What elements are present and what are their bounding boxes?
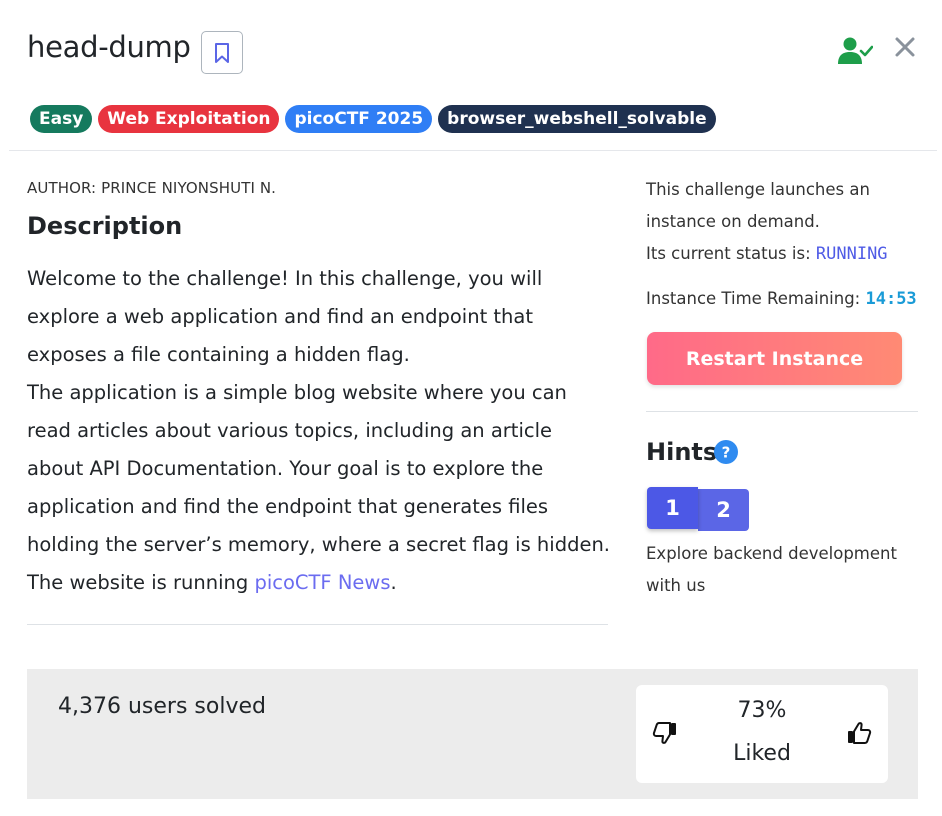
description-text: . — [390, 571, 397, 594]
close-icon[interactable] — [893, 35, 917, 59]
liked-percentage: 73% — [737, 698, 787, 723]
tag-event: picoCTF 2025 — [285, 105, 433, 133]
bookmark-button[interactable] — [201, 31, 243, 74]
svg-text:?: ? — [722, 444, 731, 462]
instance-status-value: RUNNING — [815, 244, 888, 264]
description-paragraph: The website is running picoCTF News. — [27, 564, 612, 602]
solved-count: 4,376 users solved — [58, 694, 266, 719]
header-divider — [9, 150, 937, 151]
thumbs-down-icon[interactable] — [652, 720, 678, 746]
hint-content: Explore backend development with us — [646, 544, 897, 595]
instance-launch-text: This challenge launches an instance on d… — [646, 180, 870, 231]
description-heading: Description — [27, 212, 183, 240]
instance-divider — [646, 411, 918, 412]
thumbs-up-icon[interactable] — [846, 720, 872, 746]
instance-time-value: 14:53 — [865, 289, 917, 309]
instance-time-label: Instance Time Remaining: — [646, 289, 861, 308]
tag-difficulty: Easy — [30, 105, 93, 133]
page-title: head-dump — [27, 30, 191, 64]
description-text: The website is running — [27, 571, 255, 594]
instance-status: Its current status is: RUNNING — [646, 244, 888, 264]
tag-list: Easy Web Exploitation picoCTF 2025 brows… — [30, 105, 716, 133]
instance-timer: Instance Time Remaining: 14:53 — [646, 289, 917, 309]
hints-heading: Hints — [646, 438, 718, 466]
description-divider — [27, 624, 608, 625]
hint-tab-1[interactable]: 1 — [647, 487, 698, 529]
description-body: Welcome to the challenge! In this challe… — [27, 260, 612, 602]
bookmark-icon — [215, 42, 229, 63]
author-line: AUTHOR: PRINCE NIYONSHUTI N. — [27, 179, 277, 197]
description-paragraph: Welcome to the challenge! In this challe… — [27, 267, 543, 366]
restart-instance-button[interactable]: Restart Instance — [647, 332, 902, 385]
hint-tabs: 1 2 — [647, 487, 749, 531]
tag-webshell: browser_webshell_solvable — [438, 105, 716, 133]
user-check-icon[interactable] — [837, 36, 873, 66]
description-paragraph: The application is a simple blog website… — [27, 381, 611, 556]
instance-status-label: Its current status is: — [646, 244, 811, 263]
tag-category: Web Exploitation — [98, 105, 280, 133]
help-icon[interactable]: ? — [714, 440, 738, 464]
hint-tab-2[interactable]: 2 — [698, 489, 749, 531]
liked-label: Liked — [733, 741, 791, 766]
picoctf-news-link[interactable]: picoCTF News — [254, 571, 390, 594]
